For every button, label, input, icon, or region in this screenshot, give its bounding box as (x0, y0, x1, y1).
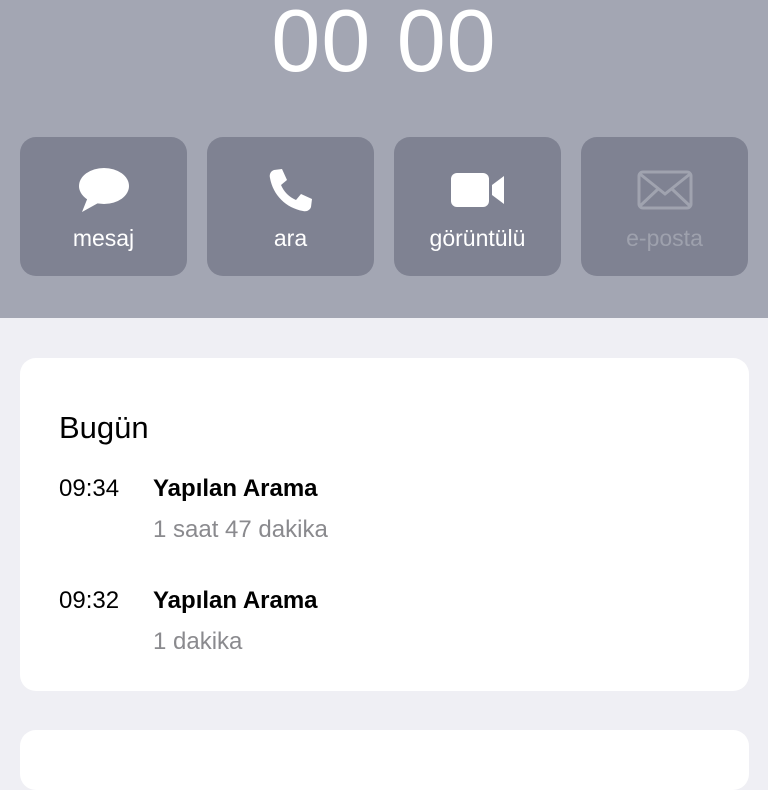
contact-header: 00 00 mesaj ara görüntülü e-posta (0, 0, 768, 318)
video-camera-icon (394, 165, 561, 215)
email-button[interactable]: e-posta (581, 137, 748, 276)
video-call-button[interactable]: görüntülü (394, 137, 561, 276)
call-history-row: 09:32 Yapılan Arama 1 dakika (59, 586, 719, 666)
call-history-card: Bugün 09:34 Yapılan Arama 1 saat 47 daki… (20, 358, 749, 691)
message-bubble-icon (20, 165, 187, 215)
contact-name: 00 00 (271, 0, 497, 90)
email-button-label: e-posta (626, 225, 703, 251)
call-button[interactable]: ara (207, 137, 374, 276)
call-button-label: ara (273, 225, 308, 251)
call-time: 09:32 (59, 587, 120, 614)
call-history-row: 09:34 Yapılan Arama 1 saat 47 dakika (59, 474, 719, 554)
envelope-icon (581, 165, 748, 215)
message-button-label: mesaj (72, 225, 135, 251)
phone-icon (207, 165, 374, 215)
call-type: Yapılan Arama (153, 475, 318, 502)
contact-actions: mesaj ara görüntülü e-posta (20, 137, 749, 276)
call-time: 09:34 (59, 475, 120, 502)
call-history-day-title: Bugün (59, 410, 149, 445)
video-call-button-label: görüntülü (429, 225, 526, 251)
call-type: Yapılan Arama (153, 587, 318, 614)
call-duration: 1 dakika (153, 628, 243, 655)
next-section-card (20, 730, 749, 790)
call-duration: 1 saat 47 dakika (153, 516, 328, 543)
message-button[interactable]: mesaj (20, 137, 187, 276)
